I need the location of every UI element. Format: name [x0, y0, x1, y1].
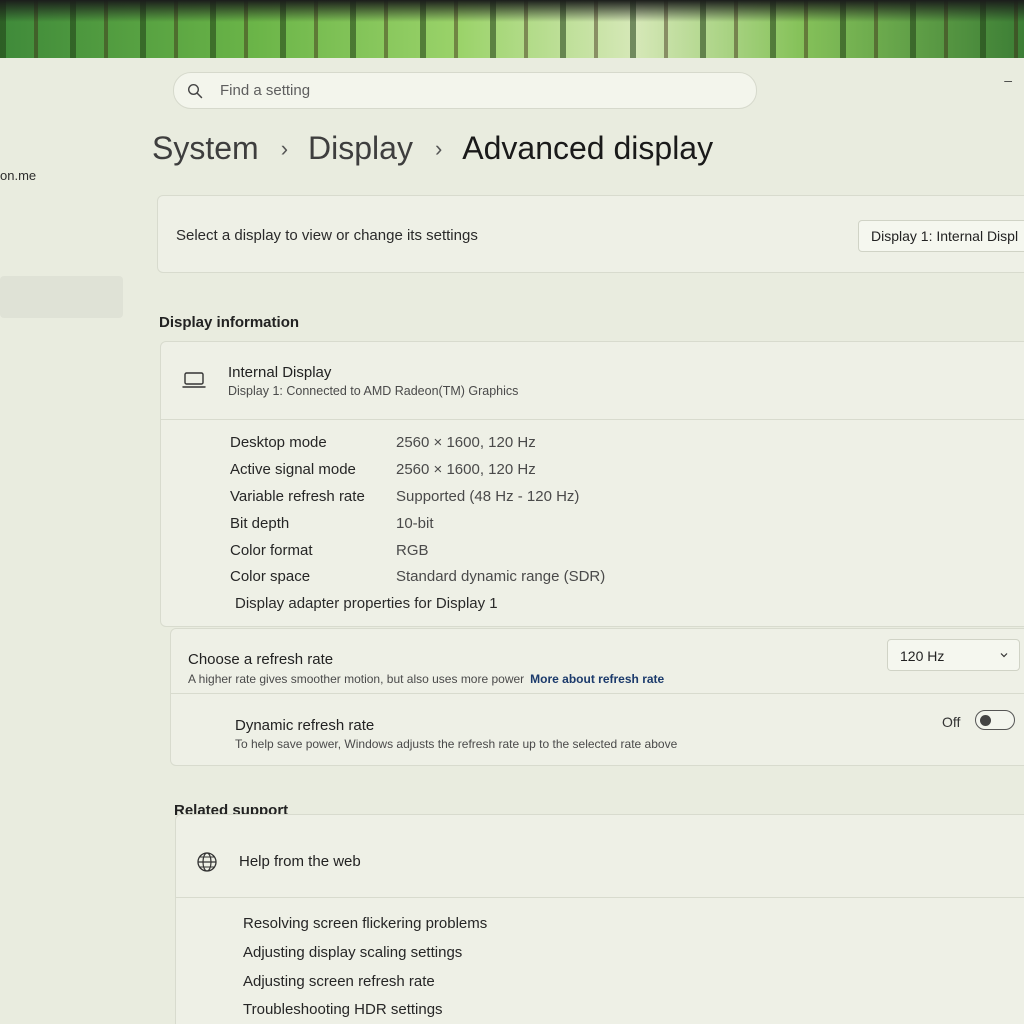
dynamic-refresh-description: To help save power, Windows adjusts the … [235, 737, 678, 751]
search-box[interactable] [173, 72, 757, 109]
globe-icon [197, 852, 217, 872]
help-link[interactable]: Adjusting screen refresh rate [243, 973, 435, 990]
breadcrumb: System › Display › Advanced display [152, 130, 713, 167]
display-connection-info: Display 1: Connected to AMD Radeon(TM) G… [228, 384, 519, 398]
settings-window: – on.me System › Display › Advanced disp… [0, 58, 1024, 1024]
divider [171, 693, 1024, 694]
account-email-fragment: on.me [0, 168, 37, 183]
search-icon [187, 83, 203, 98]
minimize-button[interactable]: – [1004, 72, 1012, 88]
spec-value: Supported (48 Hz - 120 Hz) [396, 488, 580, 505]
help-from-web-card: Help from the web Resolving screen flick… [175, 814, 1024, 1024]
chevron-right-icon: › [280, 135, 289, 161]
dynamic-refresh-toggle[interactable] [975, 710, 1015, 730]
search-input[interactable] [218, 81, 722, 100]
refresh-rate-description: A higher rate gives smoother motion, but… [188, 672, 664, 686]
chevron-right-icon: › [434, 135, 443, 161]
refresh-rate-card: Choose a refresh rate A higher rate give… [170, 628, 1024, 766]
spec-row: Variable refresh rate Supported (48 Hz -… [230, 488, 579, 505]
laptop-icon [182, 372, 206, 388]
more-about-refresh-rate-link[interactable]: More about refresh rate [530, 672, 664, 686]
spec-value: Standard dynamic range (SDR) [396, 568, 606, 585]
display-name: Internal Display [228, 364, 332, 381]
help-from-web-title: Help from the web [239, 853, 361, 870]
help-link[interactable]: Troubleshooting HDR settings [243, 1001, 443, 1018]
help-link[interactable]: Resolving screen flickering problems [243, 915, 487, 932]
breadcrumb-display[interactable]: Display [308, 130, 413, 167]
spec-label: Variable refresh rate [230, 488, 365, 505]
spec-value: 2560 × 1600, 120 Hz [396, 434, 536, 451]
refresh-rate-dropdown[interactable]: 120 Hz [887, 639, 1020, 671]
display-adapter-properties-link[interactable]: Display adapter properties for Display 1 [235, 595, 498, 612]
help-from-web-header[interactable]: Help from the web [176, 815, 1024, 898]
page-title: Advanced display [462, 130, 714, 166]
spec-value: 2560 × 1600, 120 Hz [396, 461, 536, 478]
select-display-card: Select a display to view or change its s… [157, 195, 1024, 273]
refresh-rate-title: Choose a refresh rate [188, 651, 334, 668]
dynamic-refresh-state: Off [942, 714, 961, 730]
display-information-header: Internal Display Display 1: Connected to… [161, 342, 1024, 420]
sidebar-item-selected[interactable] [0, 276, 123, 318]
spec-label: Color space [230, 568, 311, 585]
refresh-rate-subtitle: A higher rate gives smoother motion, but… [188, 672, 525, 686]
breadcrumb-system[interactable]: System [152, 130, 259, 167]
spec-row: Active signal mode 2560 × 1600, 120 Hz [230, 461, 536, 478]
spec-value: 10-bit [396, 515, 434, 532]
help-link[interactable]: Adjusting display scaling settings [243, 944, 462, 961]
dynamic-refresh-title: Dynamic refresh rate [235, 717, 375, 734]
spec-row: Color format RGB [230, 542, 429, 559]
spec-row: Color space Standard dynamic range (SDR) [230, 568, 605, 585]
display-select-dropdown[interactable]: Display 1: Internal Displ [858, 220, 1024, 252]
toggle-knob [980, 714, 991, 726]
spec-row: Desktop mode 2560 × 1600, 120 Hz [230, 434, 536, 451]
refresh-rate-selected: 120 Hz [900, 648, 945, 664]
display-information-heading: Display information [159, 314, 300, 331]
spec-label: Color format [230, 542, 313, 559]
spec-value: RGB [396, 542, 429, 559]
spec-label: Bit depth [230, 515, 290, 532]
spec-row: Bit depth 10-bit [230, 515, 434, 532]
select-display-label: Select a display to view or change its s… [176, 227, 478, 244]
spec-label: Desktop mode [230, 434, 327, 451]
display-information-card: Internal Display Display 1: Connected to… [160, 341, 1024, 627]
spec-label: Active signal mode [230, 461, 356, 478]
chevron-down-icon [1000, 653, 1008, 658]
